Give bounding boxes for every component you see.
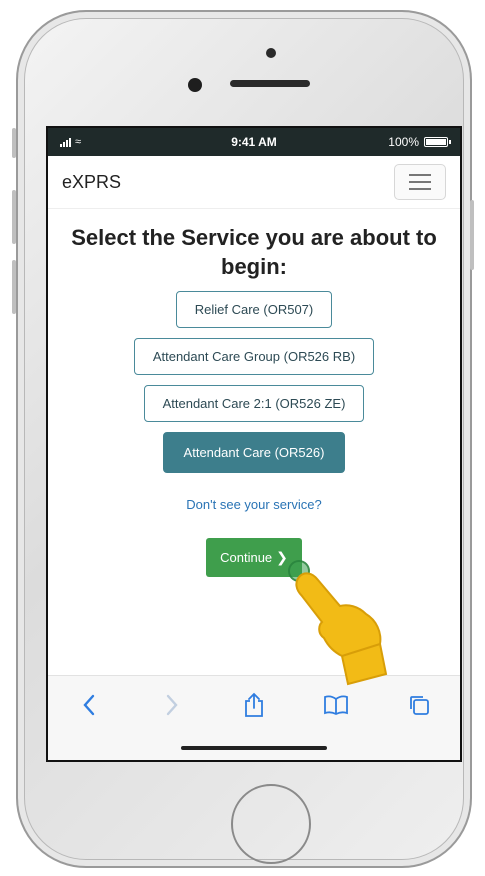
earpiece-speaker (230, 80, 310, 87)
service-list: Relief Care (OR507) Attendant Care Group… (48, 291, 460, 473)
status-right: 100% (388, 135, 451, 149)
battery-percent: 100% (388, 135, 419, 149)
pointing-hand-icon (295, 572, 388, 686)
hamburger-icon (409, 174, 431, 176)
hamburger-line (409, 181, 431, 183)
toolbar-row (48, 676, 460, 730)
share-icon[interactable] (239, 690, 269, 720)
hamburger-line (409, 188, 431, 190)
continue-wrap: Continue ❯ (48, 538, 460, 577)
service-button-relief-care[interactable]: Relief Care (OR507) (175, 291, 333, 328)
home-indicator (181, 746, 327, 750)
signal-icon (60, 137, 71, 147)
chevron-right-icon[interactable] (157, 690, 187, 720)
service-button-attendant-care-2-1[interactable]: Attendant Care 2:1 (OR526 ZE) (143, 385, 365, 422)
mute-switch (12, 128, 16, 158)
navbar: eXPRS (48, 156, 460, 209)
dont-see-service-link[interactable]: Don't see your service? (48, 497, 460, 512)
stage: ≈ 9:41 AM 100% eXPRS Select the Service … (0, 0, 485, 876)
book-icon[interactable] (321, 690, 351, 720)
menu-toggle-button[interactable] (394, 164, 446, 200)
front-camera (188, 78, 202, 92)
camera-dot (266, 48, 276, 58)
continue-label: Continue (220, 550, 273, 565)
volume-down-button (12, 260, 16, 314)
status-bar: ≈ 9:41 AM 100% (48, 128, 460, 156)
power-button (470, 200, 474, 270)
service-button-attendant-care-group[interactable]: Attendant Care Group (OR526 RB) (133, 338, 375, 375)
battery-icon (424, 137, 451, 147)
volume-up-button (12, 190, 16, 244)
service-button-attendant-care[interactable]: Attendant Care (OR526) (162, 432, 346, 473)
home-button[interactable] (231, 784, 311, 864)
brand-logo[interactable]: eXPRS (62, 172, 121, 193)
tabs-icon[interactable] (404, 690, 434, 720)
chevron-left-icon[interactable] (74, 690, 104, 720)
wifi-icon: ≈ (75, 136, 82, 148)
chevron-right-icon: ❯ (276, 549, 288, 565)
safari-toolbar (48, 675, 460, 760)
phone-screen: ≈ 9:41 AM 100% eXPRS Select the Service … (46, 126, 462, 762)
page-heading: Select the Service you are about to begi… (71, 225, 437, 279)
status-left: ≈ (60, 136, 81, 148)
